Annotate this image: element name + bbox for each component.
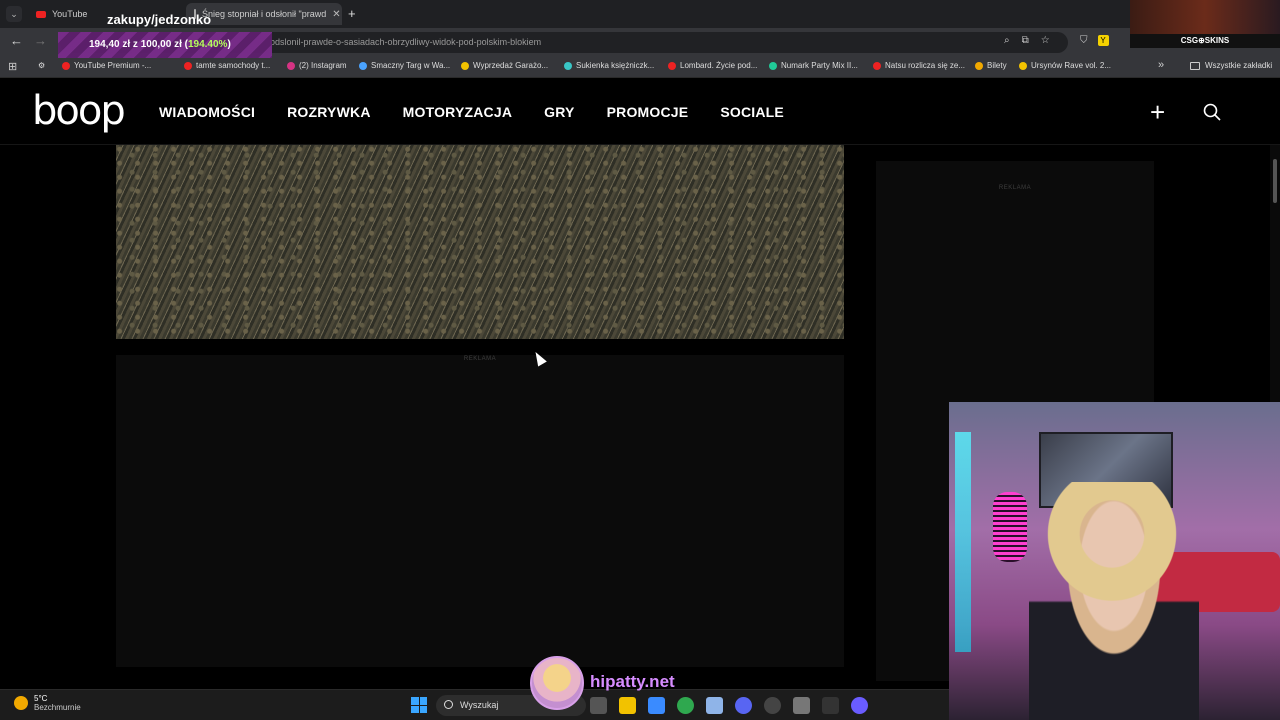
bookmark-item[interactable]: (2) Instagram [287, 61, 347, 70]
site-header: boop WIADOMOŚCI ROZRYWKA MOTORYZACJA GRY… [0, 79, 1280, 145]
nav-wiadomosci[interactable]: WIADOMOŚCI [159, 104, 255, 120]
zoom-icon[interactable]: ⌕ [1004, 35, 1010, 46]
bookmark-favicon-icon [564, 61, 572, 70]
weather-temp: 5°C [34, 694, 48, 703]
streamer-hair [1037, 482, 1187, 612]
bookmark-item[interactable]: Ursynów Rave vol. 2... [1019, 61, 1111, 70]
search-icon[interactable] [1203, 103, 1221, 121]
ad-block-main: REKLAMA [116, 355, 844, 667]
sponsor-label: CSG⊕SKINS [1130, 34, 1280, 48]
extension-y-icon[interactable]: Y [1097, 35, 1109, 46]
nav-promocje[interactable]: PROMOCJE [607, 104, 689, 120]
brand-text: hipatty.net [590, 672, 675, 691]
terminal-icon[interactable] [822, 697, 839, 714]
webcam-feed [949, 402, 1280, 720]
bookmark-label: Numark Party Mix II... [781, 61, 858, 70]
tab-label: YouTube [52, 9, 88, 19]
bookmark-item[interactable]: Lombard. Życie pod... [668, 61, 757, 70]
goal-percent: 194.40% [187, 39, 228, 50]
scrollbar-thumb[interactable] [1273, 159, 1277, 203]
ad-label: REKLAMA [998, 185, 1032, 191]
notepad-icon[interactable] [706, 697, 723, 714]
bookmark-favicon-icon [184, 61, 192, 70]
sync-icon[interactable] [764, 697, 781, 714]
search-icon [444, 700, 453, 709]
goal-amount-prefix: 194,40 zł z 100,00 zł ( [89, 39, 188, 50]
bookmark-favicon-icon [975, 61, 983, 70]
bookmark-star-icon[interactable]: ☆ [1041, 35, 1050, 46]
youtube-icon [36, 10, 46, 18]
weather-desc: Bezchmurnie [34, 703, 81, 712]
plus-icon[interactable]: + [1150, 97, 1165, 128]
bookmark-favicon-icon [62, 61, 70, 70]
apps-grid-icon[interactable]: ⊞ [8, 60, 17, 73]
bookmark-favicon-icon [668, 61, 676, 70]
donation-goal-amount: 194,40 zł z 100,00 zł (194.40%) [89, 39, 231, 50]
tab-label: Śnieg stopniał i odsłonił "prawd [202, 9, 327, 19]
folder-icon [1190, 61, 1200, 70]
bookmark-label: Wyprzedaż Garażo... [473, 61, 549, 70]
bookmark-favicon-icon [359, 61, 367, 70]
tab-search-button[interactable]: ⌄ [6, 6, 22, 22]
site-logo[interactable]: boop [32, 88, 126, 134]
bookmark-label: Natsu rozlicza się ze... [885, 61, 966, 70]
taskbar-search-placeholder: Wyszukaj [460, 700, 499, 710]
more-bookmarks-icon[interactable]: » [1158, 59, 1164, 71]
weather-widget[interactable]: 5°C Bezchmurnie [14, 694, 81, 712]
discord-icon[interactable] [735, 697, 752, 714]
nav-rozrywka[interactable]: ROZRYWKA [287, 104, 371, 120]
bookmark-label: Sukienka księżniczk... [576, 61, 655, 70]
bookmark-item[interactable]: Wyprzedaż Garażo... [461, 61, 548, 70]
weather-icon [14, 696, 28, 710]
bookmark-item[interactable]: Smaczny Targ w Wa... [359, 61, 450, 70]
bookmark-item[interactable]: YouTube Premium -... [62, 61, 151, 70]
bookmark-label: Smaczny Targ w Wa... [371, 61, 451, 70]
settings-icon[interactable]: ⚙ [38, 61, 45, 70]
nav-sociale[interactable]: SOCIALE [720, 104, 784, 120]
bookmarks-bar: ⊞ ⚙ YouTube Premium -... tamte samochody … [0, 56, 1280, 78]
article-image [116, 145, 844, 339]
bookmark-label: (2) Instagram [299, 61, 347, 70]
goal-amount-suffix: ) [227, 39, 231, 50]
bookmark-favicon-icon [1019, 61, 1027, 70]
bookmark-label: Bilety [987, 61, 1007, 70]
bookmark-label: Lombard. Życie pod... [680, 61, 758, 70]
bookmark-item[interactable]: tamte samochody t... [184, 61, 270, 70]
main-nav: WIADOMOŚCI ROZRYWKA MOTORYZACJA GRY PROM… [159, 104, 784, 120]
windows-start-icon[interactable] [411, 697, 427, 713]
nav-motoryzacja[interactable]: MOTORYZACJA [403, 104, 513, 120]
bookmark-item[interactable]: Numark Party Mix II... [769, 61, 858, 70]
back-button[interactable]: ← [10, 33, 23, 48]
bookmark-favicon-icon [873, 61, 881, 70]
donation-goal-title: zakupy/jedzonko [107, 12, 212, 27]
new-tab-button[interactable]: + [348, 6, 356, 21]
brand-avatar [530, 656, 584, 710]
bookmark-favicon-icon [461, 61, 469, 70]
forward-button[interactable]: → [34, 33, 47, 48]
bookmark-item[interactable]: Natsu rozlicza się ze... [873, 61, 965, 70]
install-icon[interactable]: ⧉ [1022, 35, 1029, 46]
bookmark-favicon-icon [287, 61, 295, 70]
led-light [955, 432, 971, 652]
bookmark-label: YouTube Premium -... [74, 61, 152, 70]
settings-icon[interactable] [793, 697, 810, 714]
bookmark-item[interactable]: Bilety [975, 61, 1007, 70]
bookmark-label: Ursynów Rave vol. 2... [1031, 61, 1112, 70]
bookmark-item[interactable]: Sukienka księżniczk... [564, 61, 654, 70]
microphone [993, 492, 1027, 562]
bookmark-label: tamte samochody t... [196, 61, 271, 70]
ad-label: REKLAMA [463, 356, 497, 362]
stream-brand: hipatty.net [530, 656, 680, 712]
extension-icon[interactable]: ⛉ [1080, 35, 1088, 46]
bookmark-favicon-icon [769, 61, 777, 70]
close-tab-icon[interactable]: ✕ [332, 9, 340, 20]
windows-taskbar: 5°C Bezchmurnie Wyszukaj [0, 689, 949, 720]
all-bookmarks-label: Wszystkie zakładki [1205, 61, 1273, 70]
nav-gry[interactable]: GRY [544, 104, 574, 120]
all-bookmarks-button[interactable]: Wszystkie zakładki [1190, 61, 1272, 70]
obs-icon[interactable] [851, 697, 868, 714]
